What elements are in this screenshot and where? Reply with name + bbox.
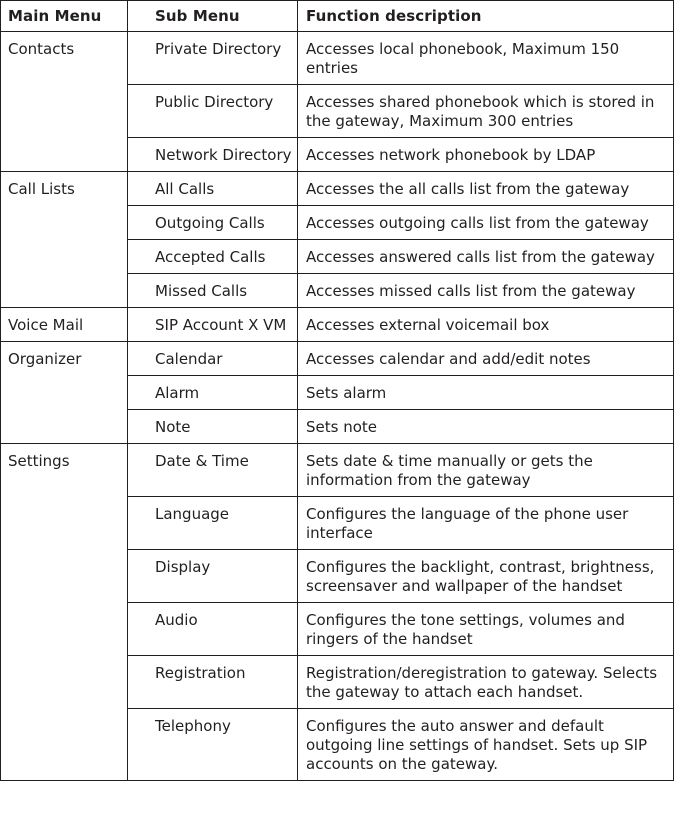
table-header: Main Menu Sub Menu Function description bbox=[0, 0, 674, 32]
function-description-text: Accesses local phonebook, Maximum 150 en… bbox=[306, 40, 620, 77]
column-header-main-menu-label: Main Menu bbox=[8, 7, 102, 25]
main-menu-label: Settings bbox=[8, 452, 70, 470]
header-row: Main Menu Sub Menu Function description bbox=[0, 0, 674, 32]
sub-menu-cell: All Calls bbox=[127, 171, 298, 206]
sub-menu-label: Network Directory bbox=[155, 146, 292, 164]
main-menu-cell: Contacts bbox=[0, 31, 128, 172]
sub-menu-label: Alarm bbox=[155, 384, 200, 402]
function-description-text: Configures the language of the phone use… bbox=[306, 505, 629, 542]
sub-menu-label: All Calls bbox=[155, 180, 215, 198]
sub-menu-cell: Alarm bbox=[127, 375, 298, 410]
sub-menu-label: Note bbox=[155, 418, 191, 436]
function-description-text: Sets date & time manually or gets the in… bbox=[306, 452, 593, 489]
sub-menu-cell: Network Directory bbox=[127, 137, 298, 172]
function-description-text: Sets note bbox=[306, 418, 378, 436]
function-description-cell: Accesses local phonebook, Maximum 150 en… bbox=[297, 31, 674, 85]
function-description-cell: Sets alarm bbox=[297, 375, 674, 410]
function-description-cell: Sets date & time manually or gets the in… bbox=[297, 443, 674, 497]
function-description-cell: Configures the language of the phone use… bbox=[297, 496, 674, 550]
main-menu-label: Organizer bbox=[8, 350, 82, 368]
column-header-sub-menu-label: Sub Menu bbox=[155, 7, 240, 25]
table-body: Contacts Private Directory Accesses local … bbox=[0, 31, 674, 781]
sub-menu-cell: Public Directory bbox=[127, 84, 298, 138]
sub-menu-label: Calendar bbox=[155, 350, 223, 368]
sub-menu-label: Public Directory bbox=[155, 93, 274, 111]
function-description-cell: Accesses answered calls list from the ga… bbox=[297, 239, 674, 274]
menu-table-container: Main Menu Sub Menu Function description … bbox=[0, 0, 679, 781]
function-description-cell: Registration/deregistration to gateway. … bbox=[297, 655, 674, 709]
column-header-main-menu: Main Menu bbox=[0, 0, 128, 32]
column-header-sub-menu: Sub Menu bbox=[127, 0, 298, 32]
function-description-text: Accesses external voicemail box bbox=[306, 316, 550, 334]
function-description-text: Configures the backlight, contrast, brig… bbox=[306, 558, 655, 595]
function-description-text: Accesses answered calls list from the ga… bbox=[306, 248, 655, 266]
function-description-text: Accesses network phonebook by LDAP bbox=[306, 146, 596, 164]
function-description-text: Accesses shared phonebook which is store… bbox=[306, 93, 655, 130]
sub-menu-cell: Display bbox=[127, 549, 298, 603]
sub-menu-cell: Language bbox=[127, 496, 298, 550]
main-menu-cell: Organizer bbox=[0, 341, 128, 444]
sub-menu-label: Telephony bbox=[155, 717, 231, 735]
main-menu-cell: Call Lists bbox=[0, 171, 128, 308]
function-description-cell: Accesses calendar and add/edit notes bbox=[297, 341, 674, 376]
table-row: Settings Date & Time Sets date & time manu… bbox=[0, 443, 674, 781]
sub-menu-cell: Outgoing Calls bbox=[127, 205, 298, 240]
function-description-text: Accesses calendar and add/edit notes bbox=[306, 350, 591, 368]
function-description-text: Accesses outgoing calls list from the ga… bbox=[306, 214, 649, 232]
function-description-cell: Accesses the all calls list from the gat… bbox=[297, 171, 674, 206]
handset-menu-table: Main Menu Sub Menu Function description … bbox=[0, 0, 674, 781]
sub-menu-label: SIP Account X VM bbox=[155, 316, 287, 334]
sub-menu-label: Outgoing Calls bbox=[155, 214, 265, 232]
sub-menu-label: Language bbox=[155, 505, 230, 523]
sub-menu-label: Registration bbox=[155, 664, 246, 682]
column-header-function-description-label: Function description bbox=[306, 7, 482, 25]
function-description-cell: Configures the backlight, contrast, brig… bbox=[297, 549, 674, 603]
sub-menu-label: Audio bbox=[155, 611, 198, 629]
sub-menu-cell: Accepted Calls bbox=[127, 239, 298, 274]
function-description-cell: Configures the auto answer and default o… bbox=[297, 708, 674, 781]
function-description-text: Registration/deregistration to gateway. … bbox=[306, 664, 658, 701]
sub-menu-cell: SIP Account X VM bbox=[127, 307, 298, 342]
function-description-text: Configures the auto answer and default o… bbox=[306, 717, 648, 773]
main-menu-label: Call Lists bbox=[8, 180, 75, 198]
function-description-cell: Accesses network phonebook by LDAP bbox=[297, 137, 674, 172]
function-description-text: Accesses missed calls list from the gate… bbox=[306, 282, 636, 300]
function-description-cell: Accesses missed calls list from the gate… bbox=[297, 273, 674, 308]
function-description-cell: Accesses external voicemail box bbox=[297, 307, 674, 342]
function-description-text: Configures the tone settings, volumes an… bbox=[306, 611, 625, 648]
sub-menu-cell: Missed Calls bbox=[127, 273, 298, 308]
function-description-text: Sets alarm bbox=[306, 384, 387, 402]
main-menu-label: Contacts bbox=[8, 40, 75, 58]
function-description-cell: Configures the tone settings, volumes an… bbox=[297, 602, 674, 656]
sub-menu-cell: Calendar bbox=[127, 341, 298, 376]
sub-menu-label: Missed Calls bbox=[155, 282, 248, 300]
function-description-text: Accesses the all calls list from the gat… bbox=[306, 180, 630, 198]
sub-menu-cell: Note bbox=[127, 409, 298, 444]
table-row: Call Lists All Calls Accesses the all call… bbox=[0, 171, 674, 308]
sub-menu-label: Date & Time bbox=[155, 452, 249, 470]
sub-menu-label: Private Directory bbox=[155, 40, 282, 58]
sub-menu-cell: Audio bbox=[127, 602, 298, 656]
main-menu-cell: Voice Mail bbox=[0, 307, 128, 342]
function-description-cell: Sets note bbox=[297, 409, 674, 444]
sub-menu-label: Accepted Calls bbox=[155, 248, 266, 266]
sub-menu-cell: Date & Time bbox=[127, 443, 298, 497]
table-row: Organizer Calendar Accesses calendar and a… bbox=[0, 341, 674, 444]
sub-menu-cell: Private Directory bbox=[127, 31, 298, 85]
table-row: Voice Mail SIP Account X VM Accesses exter… bbox=[0, 307, 674, 342]
sub-menu-cell: Registration bbox=[127, 655, 298, 709]
sub-menu-label: Display bbox=[155, 558, 211, 576]
sub-menu-cell: Telephony bbox=[127, 708, 298, 781]
function-description-cell: Accesses outgoing calls list from the ga… bbox=[297, 205, 674, 240]
main-menu-label: Voice Mail bbox=[8, 316, 84, 334]
function-description-cell: Accesses shared phonebook which is store… bbox=[297, 84, 674, 138]
main-menu-cell: Settings bbox=[0, 443, 128, 781]
table-row: Contacts Private Directory Accesses local … bbox=[0, 31, 674, 172]
column-header-function-description: Function description bbox=[297, 0, 674, 32]
